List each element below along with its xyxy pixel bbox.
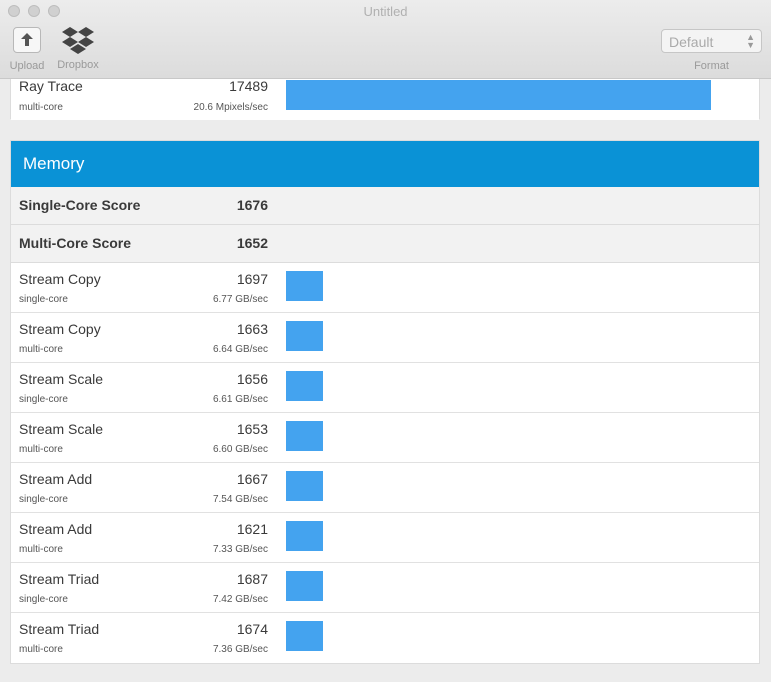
benchmark-rate: 6.60 GB/sec <box>212 444 268 455</box>
benchmark-type: single-core <box>19 394 68 405</box>
benchmark-type: multi-core <box>19 444 63 455</box>
benchmark-name: Stream Triad <box>19 621 100 637</box>
format-select[interactable]: Default ▲ ▼ <box>661 29 762 53</box>
benchmark-bar <box>286 321 323 351</box>
benchmark-row: Stream Copy multi-core 1663 6.64 GB/sec <box>11 313 759 363</box>
benchmark-rate: 20.6 Mpixels/sec <box>193 102 268 113</box>
dropbox-button[interactable]: Dropbox <box>54 24 102 71</box>
benchmark-bar <box>286 421 323 451</box>
benchmark-row: Stream Add single-core 1667 7.54 GB/sec <box>11 463 759 513</box>
memory-panel: Memory Single-Core Score 1676 Multi-Core… <box>10 140 760 664</box>
format-label: Format <box>694 60 729 72</box>
benchmark-score: 1667 <box>236 471 268 487</box>
benchmark-score: 1621 <box>236 521 268 537</box>
benchmark-row: Stream Scale single-core 1656 6.61 GB/se… <box>11 363 759 413</box>
benchmark-type: single-core <box>19 594 68 605</box>
summary-label: Multi-Core Score <box>19 235 132 251</box>
benchmark-row: Stream Copy single-core 1697 6.77 GB/sec <box>11 263 759 313</box>
benchmark-rate: 6.64 GB/sec <box>212 344 268 355</box>
benchmark-name: Stream Add <box>19 521 93 537</box>
benchmark-bar <box>286 80 711 110</box>
benchmark-bar <box>286 521 323 551</box>
benchmark-type: multi-core <box>19 102 63 113</box>
benchmark-score: 1687 <box>236 571 268 587</box>
benchmark-bar <box>286 621 323 651</box>
benchmark-bar <box>286 471 323 501</box>
benchmark-type: multi-core <box>19 644 63 655</box>
upload-button[interactable]: Upload <box>6 27 48 72</box>
single-core-score-row: Single-Core Score 1676 <box>11 187 759 225</box>
dropbox-icon <box>62 27 94 54</box>
benchmark-bar <box>286 571 323 601</box>
updown-chevron-icon: ▲ ▼ <box>746 32 755 50</box>
benchmark-name: Stream Triad <box>19 571 100 587</box>
benchmark-name: Stream Copy <box>19 321 101 337</box>
dropbox-label: Dropbox <box>57 59 99 71</box>
summary-label: Single-Core Score <box>19 197 141 213</box>
benchmark-rate: 7.33 GB/sec <box>212 544 268 555</box>
benchmark-row: Stream Add multi-core 1621 7.33 GB/sec <box>11 513 759 563</box>
benchmark-type: multi-core <box>19 344 63 355</box>
benchmark-score: 1697 <box>236 271 268 287</box>
benchmark-score: 1663 <box>236 321 268 337</box>
benchmark-type: multi-core <box>19 544 63 555</box>
benchmark-score: 1674 <box>236 621 268 637</box>
section-header: Memory <box>11 141 759 187</box>
benchmark-name: Stream Copy <box>19 271 101 287</box>
benchmark-rate: 7.54 GB/sec <box>212 494 268 505</box>
window-title: Untitled <box>363 4 408 19</box>
benchmark-name: Ray Trace <box>19 79 83 94</box>
upload-icon <box>13 27 41 53</box>
benchmark-score: 17489 <box>229 79 268 94</box>
benchmark-row: Stream Triad multi-core 1674 7.36 GB/sec <box>11 613 759 663</box>
benchmark-name: Stream Add <box>19 471 93 487</box>
benchmark-name: Stream Scale <box>19 421 104 437</box>
benchmark-row: Stream Scale multi-core 1653 6.60 GB/sec <box>11 413 759 463</box>
summary-score: 1676 <box>236 197 268 213</box>
benchmark-name: Stream Scale <box>19 371 104 387</box>
benchmark-type: single-core <box>19 294 68 305</box>
benchmark-rate: 6.77 GB/sec <box>212 294 268 305</box>
benchmark-row: Stream Triad single-core 1687 7.42 GB/se… <box>11 563 759 613</box>
format-select-value: Default <box>669 34 714 50</box>
benchmark-type: single-core <box>19 494 68 505</box>
benchmark-rate: 7.36 GB/sec <box>212 644 268 655</box>
benchmark-rate: 6.61 GB/sec <box>212 394 268 405</box>
multi-core-score-row: Multi-Core Score 1652 <box>11 225 759 263</box>
window-titlebar: Untitled Upload Dropbox Default ▲ ▼ Forma… <box>0 0 771 79</box>
benchmark-rate: 7.42 GB/sec <box>212 594 268 605</box>
processor-panel: Ray Trace multi-core 17489 20.6 Mpixels/… <box>10 79 760 120</box>
summary-score: 1652 <box>236 235 268 251</box>
upload-label: Upload <box>9 60 45 72</box>
benchmark-bar <box>286 271 323 301</box>
benchmark-score: 1656 <box>236 371 268 387</box>
benchmark-bar <box>286 371 323 401</box>
benchmark-score: 1653 <box>236 421 268 437</box>
results-scroll-area[interactable]: Ray Trace multi-core 17489 20.6 Mpixels/… <box>0 79 771 682</box>
benchmark-row: Ray Trace multi-core 17489 20.6 Mpixels/… <box>11 79 759 120</box>
